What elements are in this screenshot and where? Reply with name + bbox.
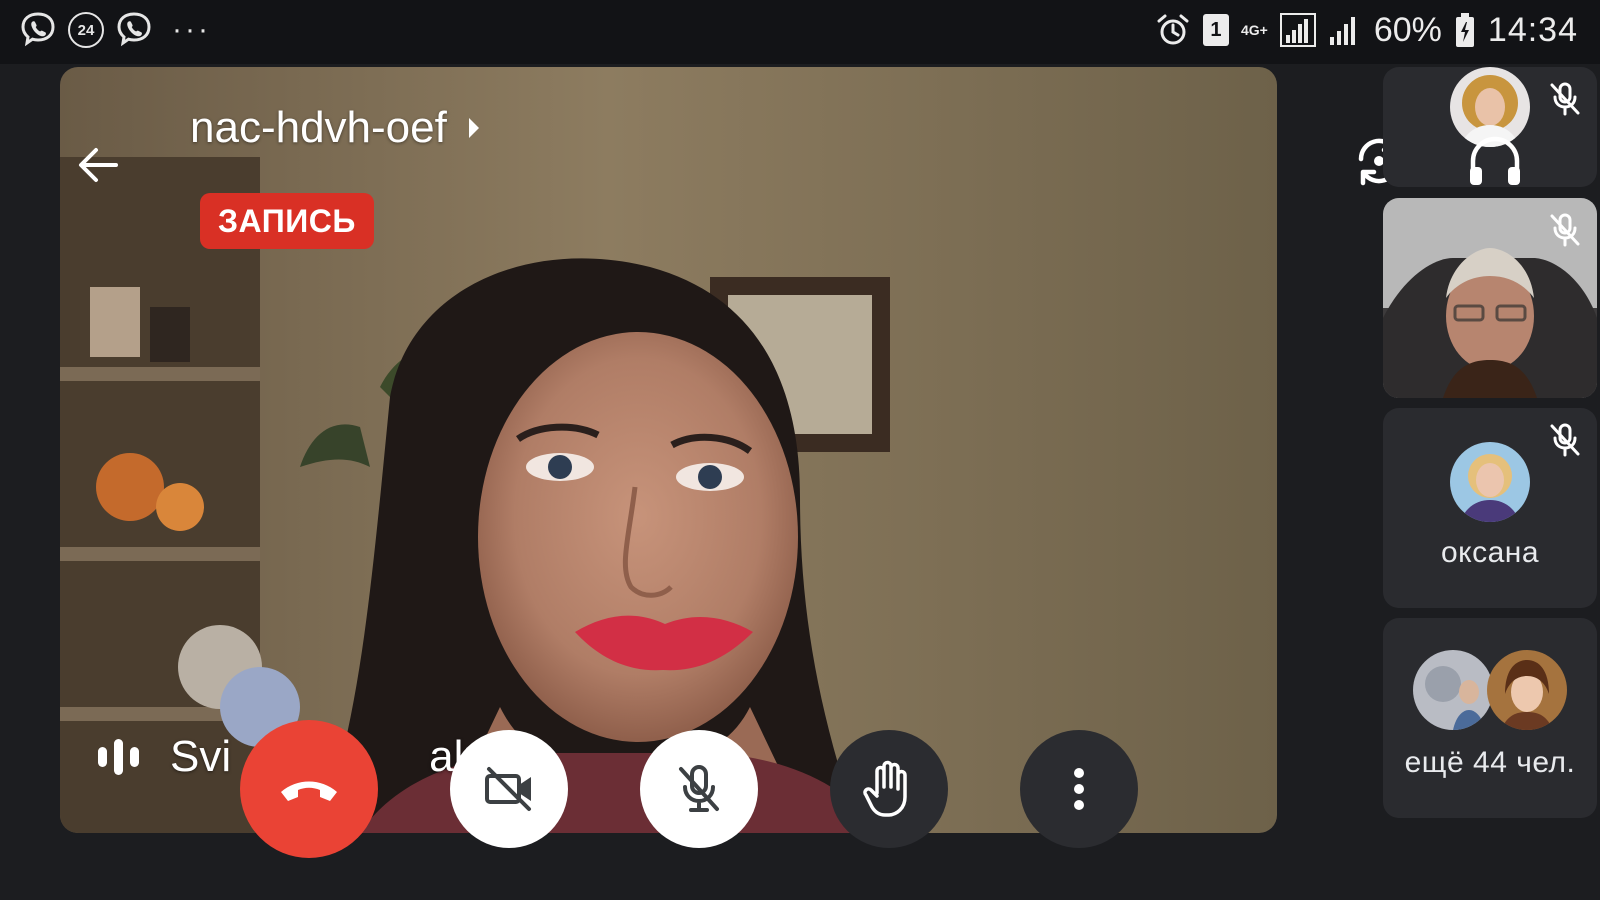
status-bar: 24 ··· 1 4G+ 60% 14:34 (0, 0, 1600, 64)
muted-icon (1545, 210, 1585, 250)
avatar (1487, 650, 1567, 730)
badge-24-icon: 24 (68, 12, 104, 48)
meeting-code: nac-hdvh-oef (190, 103, 447, 152)
more-options-button[interactable] (1020, 730, 1138, 848)
audio-level-icon (98, 739, 139, 775)
headphones-icon (1470, 136, 1520, 185)
recording-badge: ЗАПИСЬ (200, 193, 374, 249)
mic-off-icon (679, 765, 719, 812)
back-button[interactable] (68, 135, 128, 195)
meeting-info-button[interactable]: nac-hdvh-oef (190, 103, 481, 153)
network-type-text: 4G+ (1240, 22, 1268, 38)
caret-right-icon (468, 118, 479, 138)
battery-icon (1454, 12, 1476, 48)
raise-hand-button[interactable] (830, 730, 948, 848)
network-type-label: 4G+ (1241, 23, 1268, 37)
muted-icon (1545, 79, 1585, 119)
camera-toggle-button[interactable] (450, 730, 568, 848)
clock: 14:34 (1487, 10, 1578, 49)
participant-name: оксана (1440, 536, 1540, 569)
more-participants-tile[interactable]: ещё 44 чел. (1383, 618, 1597, 818)
signal-strength-icon (1328, 13, 1362, 47)
avatar (1450, 442, 1530, 522)
arrow-left-icon (79, 148, 118, 182)
speaker-name-start: Svi (170, 732, 232, 781)
end-call-button[interactable] (240, 720, 378, 858)
sim-slot-icon: 1 (1202, 14, 1229, 46)
muted-icon (1545, 420, 1585, 460)
participant-tile[interactable]: оксана (1383, 408, 1597, 608)
more-participants-count: ещё 44 чел. (1404, 746, 1576, 779)
hang-up-icon (281, 781, 337, 801)
video-frame (60, 67, 1277, 833)
battery-percent: 60% (1373, 10, 1442, 49)
viber-icon (18, 10, 58, 50)
alarm-icon (1155, 12, 1191, 48)
avatar (1413, 650, 1493, 730)
viber-icon (114, 10, 154, 50)
more-vertical-icon (1074, 768, 1084, 810)
main-video-feed[interactable]: nac-hdvh-oef ЗАПИСЬ Svi alny (60, 67, 1277, 833)
microphone-toggle-button[interactable] (640, 730, 758, 848)
status-bar-system: 1 4G+ 60% 14:34 (1155, 8, 1578, 52)
participant-tile[interactable] (1383, 198, 1597, 398)
camera-off-icon (485, 767, 531, 811)
hand-icon (863, 760, 907, 817)
more-notifications-icon: ··· (172, 13, 211, 46)
signal-strength-icon (1279, 13, 1316, 47)
status-bar-notifications: 24 ··· (18, 10, 211, 50)
participant-tile[interactable] (1383, 67, 1597, 187)
